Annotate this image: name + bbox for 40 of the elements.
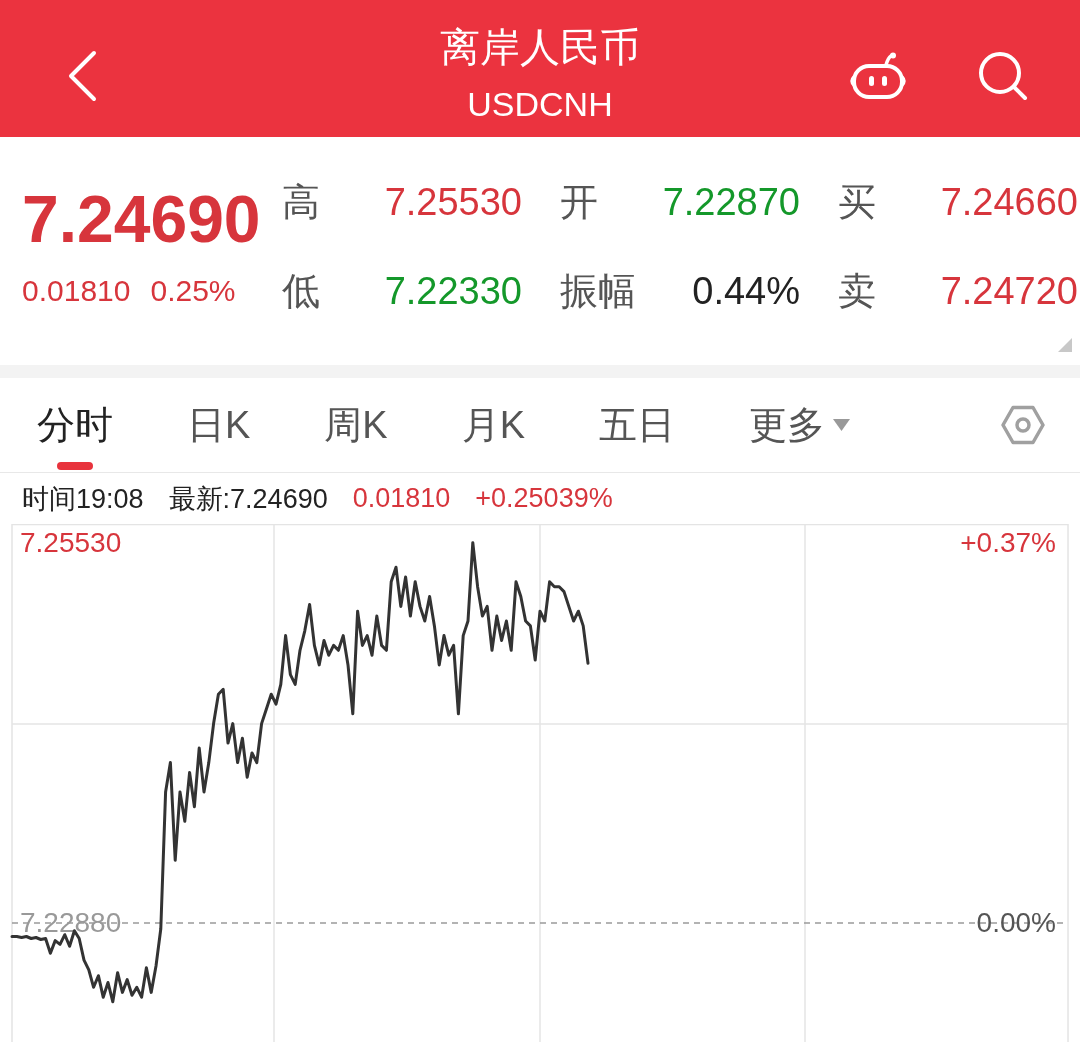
search-button[interactable] [976,50,1028,101]
quote-info-text: 0.01810 [352,483,451,514]
quote-info-text: 时间19:08 [22,482,144,516]
back-button[interactable] [66,49,98,102]
quote-value: 7.22330 [384,269,522,313]
chevron-left-icon [66,49,98,102]
quote-label: 高 [282,179,320,225]
price-change: 0.01810 [22,274,131,308]
last-price: 7.24690 [22,186,261,252]
quote-value: 0.44% [692,269,800,313]
page-subtitle: USDCNH [467,84,613,124]
price-axis-label: 7.22880 [20,907,122,939]
chart-tab[interactable]: 日K [187,378,251,472]
page-title: 离岸人民币 [440,24,640,70]
quote-value: 7.22870 [662,180,800,224]
settings-button[interactable] [1001,405,1045,445]
price-axis-label: 7.25530 [20,527,122,559]
percent-axis-label: +0.37% [960,527,1056,559]
percent-axis-label: 0.00% [976,907,1056,939]
quote-info-text: +0.25039% [475,483,613,514]
quote-info-text: 最新:7.24690 [168,482,328,516]
robot-icon [848,51,908,100]
chart-tab[interactable]: 周K [324,378,388,472]
quote-value: 7.25530 [384,180,522,224]
quote-label: 买 [838,179,876,225]
robot-button[interactable] [848,51,908,100]
quote-value: 7.24720 [940,269,1078,313]
chart-tab[interactable]: 月K [461,378,526,472]
quote-value: 7.24660 [940,180,1078,224]
price-change-percent: 0.25% [150,274,236,308]
search-icon [976,50,1028,101]
quote-label: 振幅 [560,268,636,314]
chart-tab[interactable]: 更多 [749,378,851,472]
quote-label: 低 [282,268,320,314]
chart-tab[interactable]: 五日 [599,378,676,472]
settings-icon [1001,405,1045,445]
quote-label: 开 [560,179,598,225]
caret-down-icon [833,419,851,431]
chart-tab[interactable]: 分时 [37,378,113,472]
quote-label: 卖 [838,268,876,314]
